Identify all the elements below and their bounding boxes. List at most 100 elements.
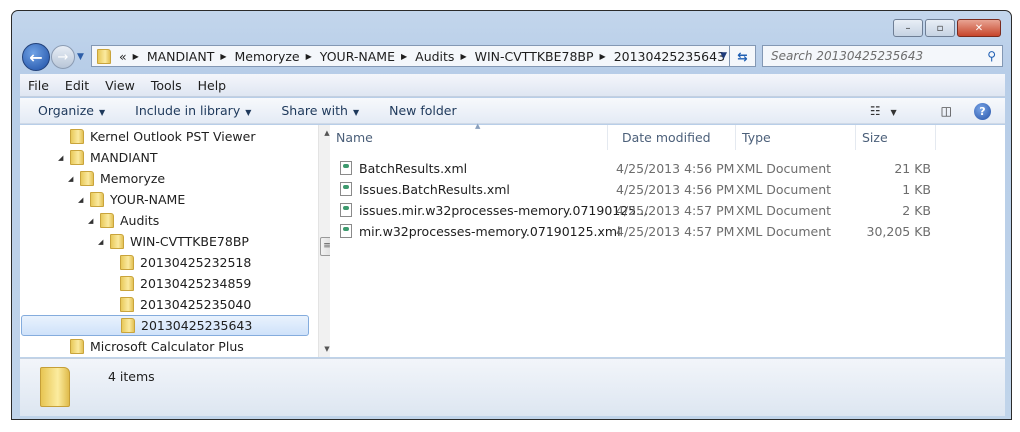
breadcrumb-arrow-icon[interactable]: ▶ [600,52,606,61]
tree-item[interactable]: ◢ Audits [88,210,159,231]
menu-help[interactable]: Help [198,78,227,93]
organize-label: Organize [38,103,94,118]
breadcrumb-item[interactable]: YOUR-NAME [320,49,395,64]
tree-item-label: 20130425234859 [140,276,252,291]
search-icon[interactable]: ⚲ [987,49,996,63]
file-type: XML Document [736,203,832,218]
column-header-size[interactable]: Size [856,125,936,150]
expand-arrow-icon[interactable]: ◢ [78,196,90,204]
file-size: 1 KB [902,182,931,197]
column-header-date[interactable]: Date modified [616,125,736,150]
folder-icon [120,276,134,291]
file-name: BatchResults.xml [359,161,468,176]
breadcrumb-item[interactable]: Audits [415,49,454,64]
include-label: Include in library [135,103,241,118]
folder-icon [110,234,124,249]
expand-arrow-icon[interactable]: ◢ [68,175,80,183]
view-options-icon[interactable]: ☷ ▼ [870,104,919,118]
xml-file-icon [340,161,352,175]
expand-arrow-icon[interactable]: ◢ [98,238,110,246]
breadcrumb-arrow-icon[interactable]: ▶ [460,52,466,61]
tree-item[interactable]: 20130425234859 [108,273,251,294]
file-size: 2 KB [902,203,931,218]
tree-item-label: YOUR-NAME [110,192,186,207]
file-size: 30,205 KB [866,224,931,239]
address-overflow-button[interactable]: « [119,49,127,64]
breadcrumb-item[interactable]: Memoryze [235,49,300,64]
minimize-button[interactable]: – [893,19,923,37]
refresh-button[interactable]: ⇆ [729,45,755,67]
file-row[interactable]: BatchResults.xml 4/25/2013 4:56 PM XML Doc… [330,158,950,179]
xml-file-icon [340,203,352,217]
file-row[interactable]: mir.w32processes-memory.07190125.xml 4/25… [330,221,950,242]
address-bar[interactable]: « ▶ MANDIANT ▶ Memoryze ▶ YOUR-NAME ▶ Audits ▶ WI… [91,45,756,67]
close-button[interactable]: ✕ [957,19,1001,37]
column-header-type[interactable]: Type [736,125,856,150]
file-row[interactable]: Issues.BatchResults.xml 4/25/2013 4:56 PM… [330,179,950,200]
tree-item-label: Audits [120,213,160,228]
breadcrumb-item[interactable]: 20130425235643 [614,49,725,64]
tree-item-label: Microsoft Calculator Plus [90,339,244,354]
folder-icon [120,255,134,270]
share-with-button[interactable]: Share with ▼ [281,103,359,118]
preview-pane-icon[interactable]: ◫ [941,104,952,118]
navigation-pane: ▲ ≡ ▼ Kernel Outlook PST Viewer ◢ MANDIANT… [20,125,335,357]
tree-item[interactable]: ◢ WIN-CVTTKBE78BP [98,231,249,252]
breadcrumb-arrow-icon[interactable]: ▶ [220,52,226,61]
tree-item[interactable]: ◢ MANDIANT [58,147,158,168]
new-folder-button[interactable]: New folder [389,103,457,118]
menu-edit[interactable]: Edit [65,78,89,93]
expand-arrow-icon[interactable]: ◢ [88,217,100,225]
chevron-down-icon: ▼ [99,108,106,117]
name-header-label: Name [336,130,373,145]
maximize-button[interactable]: ▫ [925,19,955,37]
forward-button[interactable]: → [51,45,75,69]
address-history-dropdown[interactable]: ▼ [720,51,727,61]
command-bar: Organize ▼ Include in library ▼ Share with… [20,98,1005,124]
tree-item[interactable]: 20130425235040 [108,294,251,315]
menu-bar: File Edit View Tools Help [20,74,1005,97]
search-input[interactable]: Search 20130425235643 ⚲ [762,45,1003,67]
breadcrumb-item[interactable]: MANDIANT [147,49,215,64]
file-name: Issues.BatchResults.xml [359,182,510,197]
tree-item[interactable]: ◢ Memoryze [68,168,165,189]
menu-view[interactable]: View [105,78,135,93]
folder-icon [90,192,104,207]
file-row[interactable]: issues.mir.w32processes-memory.07190125.… [330,200,950,221]
tree-item[interactable]: ◢ YOUR-NAME [78,189,185,210]
navigation-buttons: ← → ▼ [22,43,84,71]
folder-icon [120,297,134,312]
breadcrumb-arrow-icon[interactable]: ▶ [306,52,312,61]
file-type: XML Document [736,161,832,176]
chevron-down-icon: ▼ [352,108,360,117]
file-list: Name ▲ Date modified Type Size BatchResul… [330,122,1005,357]
organize-button[interactable]: Organize ▼ [38,103,105,118]
tree-item-label: WIN-CVTTKBE78BP [130,234,249,249]
back-button[interactable]: ← [22,43,50,71]
tree-item-label: 20130425235643 [141,318,253,333]
menu-tools[interactable]: Tools [151,78,182,93]
file-date: 4/25/2013 4:57 PM [616,224,735,239]
breadcrumb-arrow-icon[interactable]: ▶ [133,52,139,61]
tree-item[interactable]: 20130425232518 [108,252,251,273]
tree-item[interactable]: 20130425235643 [21,315,309,336]
folder-icon [97,48,111,64]
tree-item[interactable]: Kernel Outlook PST Viewer [58,126,255,147]
help-icon[interactable]: ? [974,102,991,120]
include-in-library-button[interactable]: Include in library ▼ [135,103,251,118]
breadcrumb-item[interactable]: WIN-CVTTKBE78BP [475,49,594,64]
menu-file[interactable]: File [28,78,49,93]
item-count: 4 items [108,369,155,384]
file-size: 21 KB [894,161,931,176]
expand-arrow-icon[interactable]: ◢ [58,154,70,162]
recent-pages-dropdown[interactable]: ▼ [77,52,84,62]
breadcrumb-arrow-icon[interactable]: ▶ [401,52,407,61]
tree-item-label: 20130425235040 [140,297,252,312]
caption-buttons: – ▫ ✕ [893,19,1001,37]
tree-item[interactable]: Microsoft Calculator Plus [58,336,244,357]
tree-item-label: Memoryze [100,171,166,186]
tree-item-label: Kernel Outlook PST Viewer [90,129,256,144]
column-header-name[interactable]: Name ▲ [330,122,608,150]
folder-icon [100,213,114,228]
folder-icon [70,150,84,165]
